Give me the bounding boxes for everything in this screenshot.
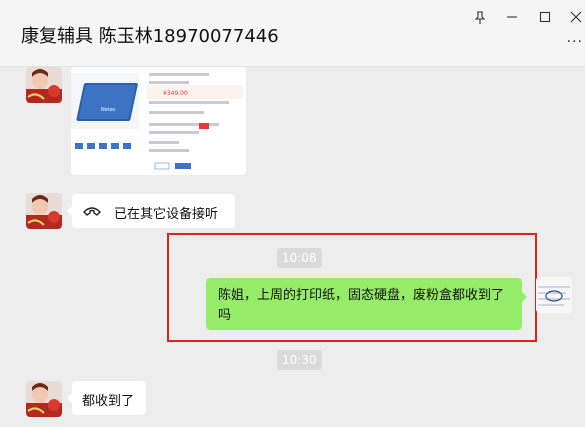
- chat-header: 康复辅具 陈玉林18970077446 ···: [0, 0, 585, 67]
- contact-avatar[interactable]: [26, 67, 62, 103]
- more-icon[interactable]: ···: [567, 34, 583, 50]
- timestamp: 10:08: [277, 248, 322, 268]
- chat-title: 康复辅具 陈玉林18970077446: [21, 26, 279, 47]
- close-icon[interactable]: [562, 6, 585, 28]
- received-message[interactable]: 都收到了: [67, 381, 146, 415]
- received-message-text: 都收到了: [82, 394, 135, 409]
- product-image-message[interactable]: Netac ¥349.00: [71, 67, 246, 175]
- product-price: ¥349.00: [163, 90, 188, 97]
- call-text: 已在其它设备接听: [114, 207, 219, 222]
- product-label: Netac: [101, 107, 116, 113]
- sent-message-text: 陈姐，上周的打印纸，固态硬盘，废粉盒都收到了吗: [218, 288, 505, 323]
- call-message[interactable]: 已在其它设备接听: [67, 194, 235, 228]
- minimize-icon[interactable]: [498, 6, 526, 28]
- pin-icon[interactable]: [466, 6, 494, 28]
- timestamp: 10:30: [277, 350, 322, 370]
- self-avatar[interactable]: [536, 277, 572, 313]
- contact-avatar[interactable]: [26, 193, 62, 229]
- message-list[interactable]: Netac ¥349.00 已在其它设备接听 10:08 陈姐，上周的打印纸，固…: [0, 67, 585, 427]
- contact-avatar[interactable]: [26, 381, 62, 417]
- maximize-icon[interactable]: [531, 6, 559, 28]
- phone-icon: [83, 203, 101, 223]
- sent-message[interactable]: 陈姐，上周的打印纸，固态硬盘，废粉盒都收到了吗: [206, 278, 527, 330]
